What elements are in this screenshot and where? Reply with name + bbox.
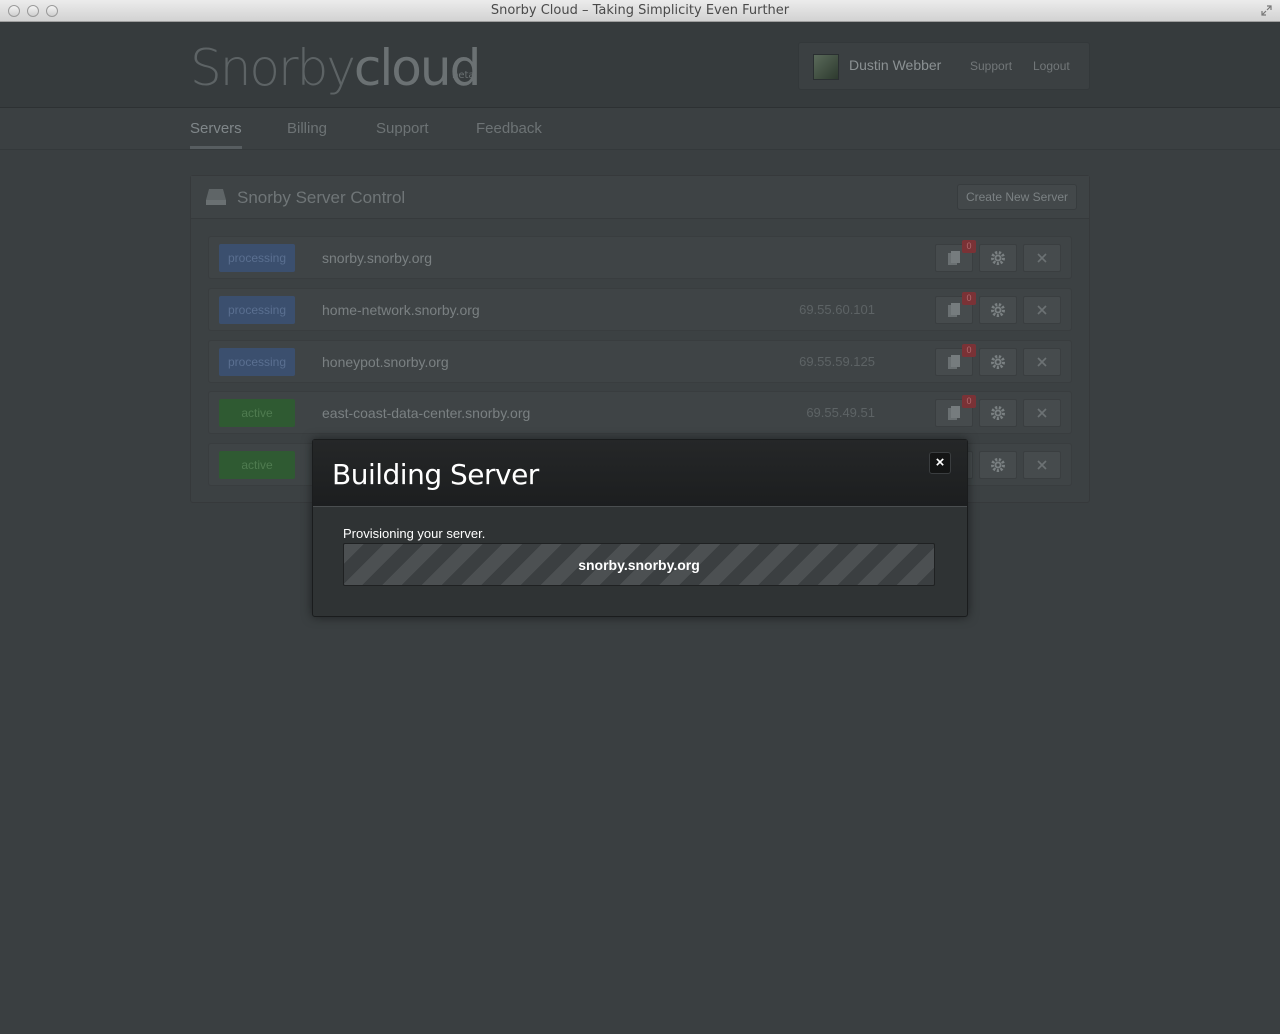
document-stack-icon	[948, 251, 960, 265]
gear-icon	[991, 251, 1005, 265]
server-host[interactable]: honeypot.snorby.org	[322, 354, 449, 370]
window-title: Snorby Cloud – Taking Simplicity Even Fu…	[490, 3, 790, 18]
status-badge: processing	[219, 244, 295, 272]
avatar[interactable]	[813, 54, 839, 80]
delete-button[interactable]	[1023, 244, 1061, 272]
status-badge: active	[219, 399, 295, 427]
nav-servers[interactable]: Servers	[190, 120, 242, 137]
user-name[interactable]: Dustin Webber	[849, 57, 941, 73]
server-host[interactable]: home-network.snorby.org	[322, 302, 480, 318]
modal-body: Provisioning your server. snorby.snorby.…	[313, 507, 967, 616]
gear-icon	[991, 355, 1005, 369]
delete-button[interactable]	[1023, 451, 1061, 479]
active-nav-indicator	[190, 146, 242, 149]
nav-support[interactable]: Support	[376, 120, 429, 137]
progress-label: snorby.snorby.org	[578, 557, 700, 573]
settings-button[interactable]	[979, 348, 1017, 376]
alert-count-badge: 0	[962, 292, 976, 305]
site-header: Snorbycloud beta Dustin Webber Support L…	[0, 22, 1280, 108]
support-link[interactable]: Support	[970, 59, 1012, 73]
logo[interactable]: Snorbycloud beta	[190, 38, 481, 98]
server-ip: 69.55.59.125	[799, 354, 875, 369]
status-badge: processing	[219, 348, 295, 376]
logout-link[interactable]: Logout	[1033, 59, 1070, 73]
status-badge: active	[219, 451, 295, 479]
user-box: Dustin Webber Support Logout	[798, 42, 1090, 90]
server-ip: 69.55.60.101	[799, 302, 875, 317]
nav-billing[interactable]: Billing	[287, 120, 327, 137]
close-icon	[1037, 460, 1047, 470]
close-icon	[1037, 408, 1047, 418]
progress-bar: snorby.snorby.org	[343, 543, 935, 586]
panel-title: Snorby Server Control	[237, 188, 406, 207]
delete-button[interactable]	[1023, 348, 1061, 376]
modal-header: Building Server ×	[313, 440, 967, 507]
alert-count-badge: 0	[962, 344, 976, 357]
beta-label: beta	[452, 70, 475, 81]
server-ip: 69.55.49.51	[806, 405, 875, 420]
settings-button[interactable]	[979, 244, 1017, 272]
panel-header: Snorby Server Control Create New Server	[191, 176, 1089, 219]
server-host[interactable]: east-coast-data-center.snorby.org	[322, 405, 530, 421]
gear-icon	[991, 303, 1005, 317]
settings-button[interactable]	[979, 451, 1017, 479]
create-new-server-button[interactable]: Create New Server	[957, 184, 1077, 210]
provisioning-status-text: Provisioning your server.	[343, 526, 486, 541]
alert-count-badge: 0	[962, 240, 976, 253]
nav-feedback[interactable]: Feedback	[476, 120, 542, 137]
modal-close-button[interactable]: ×	[929, 452, 951, 474]
document-stack-icon	[948, 303, 960, 317]
document-stack-icon	[948, 355, 960, 369]
alert-count-badge: 0	[962, 395, 976, 408]
main-nav: Servers Billing Support Feedback	[0, 108, 1280, 150]
logo-snorby: Snorby	[190, 39, 356, 97]
server-drive-icon	[206, 189, 226, 205]
document-stack-icon	[948, 406, 960, 420]
server-row: processing home-network.snorby.org 69.55…	[208, 288, 1072, 331]
server-host[interactable]: snorby.snorby.org	[322, 250, 432, 266]
modal-title: Building Server	[332, 458, 539, 491]
server-row: processing snorby.snorby.org 0	[208, 236, 1072, 279]
settings-button[interactable]	[979, 296, 1017, 324]
close-icon	[1037, 253, 1047, 263]
server-row: active east-coast-data-center.snorby.org…	[208, 391, 1072, 434]
gear-icon	[991, 458, 1005, 472]
window-titlebar: Snorby Cloud – Taking Simplicity Even Fu…	[0, 0, 1280, 22]
close-icon	[1037, 305, 1047, 315]
status-badge: processing	[219, 296, 295, 324]
building-server-modal: Building Server × Provisioning your serv…	[312, 439, 968, 617]
close-icon	[1037, 357, 1047, 367]
fullscreen-icon[interactable]	[1261, 5, 1272, 16]
server-row: processing honeypot.snorby.org 69.55.59.…	[208, 340, 1072, 383]
gear-icon	[991, 406, 1005, 420]
delete-button[interactable]	[1023, 296, 1061, 324]
delete-button[interactable]	[1023, 399, 1061, 427]
settings-button[interactable]	[979, 399, 1017, 427]
